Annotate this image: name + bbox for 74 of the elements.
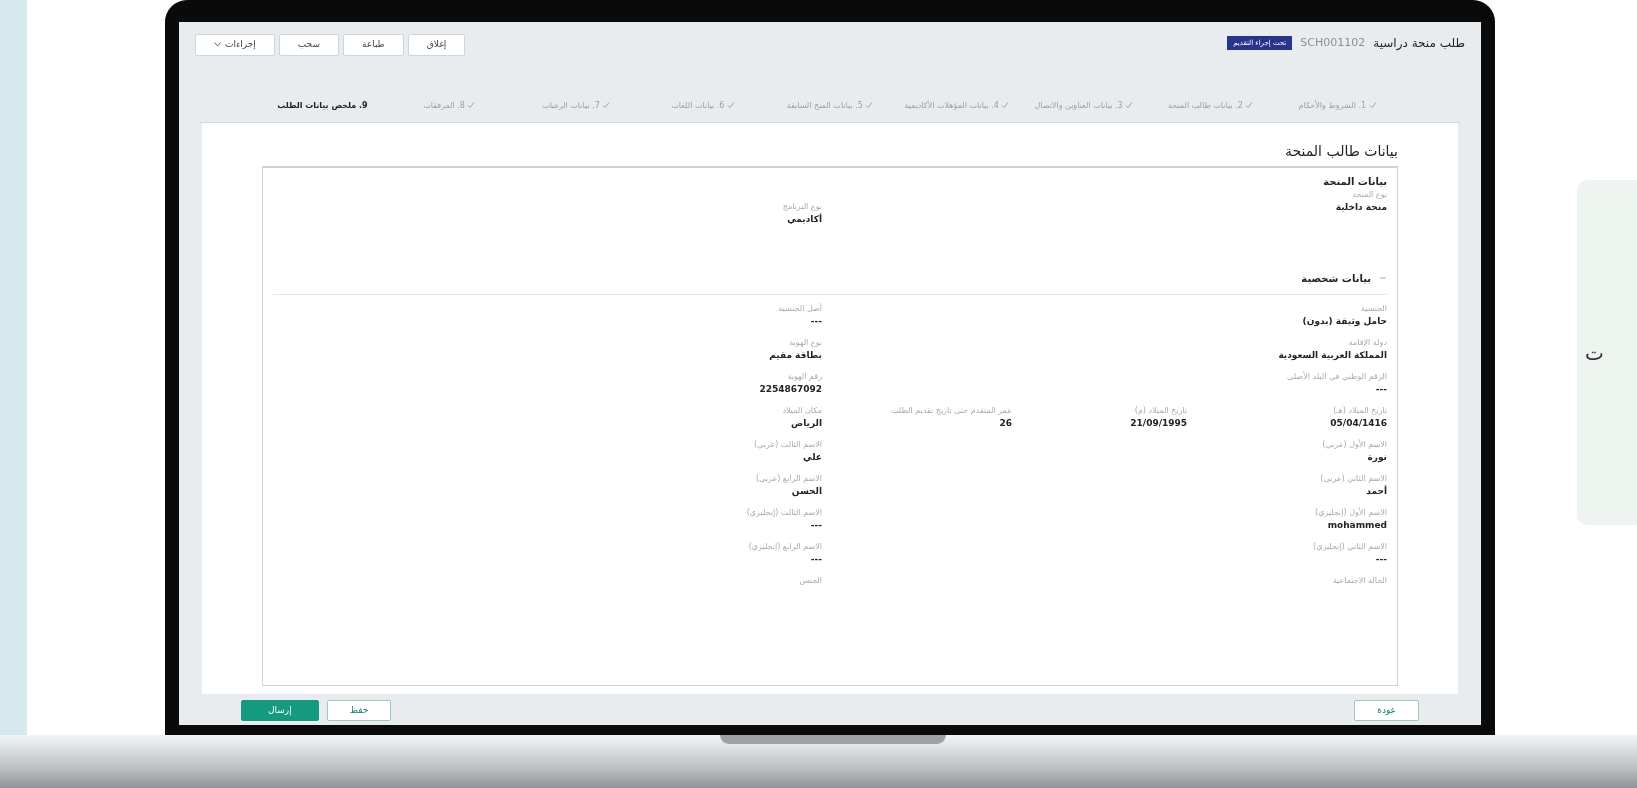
field-value: بطاقة مقيم: [768, 348, 822, 362]
field-label: نوع المنحة: [1351, 189, 1387, 202]
field-label: رقم الهوية: [786, 370, 822, 383]
field-label: الاسم الرابع (عربي): [755, 472, 822, 485]
step-tab[interactable]: 3. بيانات العناوين والاتصال: [1020, 99, 1148, 113]
submit-button[interactable]: إرسال: [241, 699, 319, 721]
group-title: بيانات المنحة: [1322, 175, 1387, 190]
field-value: أكاديمي: [786, 213, 822, 227]
save-button[interactable]: حفظ: [326, 699, 392, 721]
step-tab[interactable]: 4. بيانات المؤهلات الأكاديمية: [893, 99, 1021, 113]
field-value: 21/09/1995: [1129, 416, 1187, 430]
section-header[interactable]: بيانات شخصية: [273, 262, 1387, 295]
field-value: نورة: [1366, 450, 1387, 464]
field-value: 05/04/1416: [1329, 416, 1387, 430]
field-label: تاريخ الميلاد (هـ): [1332, 404, 1387, 417]
check-icon: [1001, 101, 1010, 109]
field-value: منحة داخلية: [1334, 201, 1387, 215]
field-label: أصل الجنسية: [777, 302, 822, 315]
field-label: الاسم الأول (عربي): [1321, 438, 1387, 451]
step-tab[interactable]: 5. بيانات المنح السابقة: [766, 99, 894, 113]
field-value: حامل وثيقة (بدون): [1301, 314, 1387, 329]
field-label: مكان الميلاد: [781, 404, 822, 417]
action-button[interactable]: سحب: [278, 34, 339, 56]
check-icon: [467, 101, 476, 109]
field-label: الجنس: [798, 574, 822, 587]
field-label: الاسم الثاني (عربي): [1319, 472, 1387, 485]
field-value: الرياض: [790, 416, 822, 431]
field-label: الحالة الاجتماعية: [1331, 574, 1387, 587]
field-label: الرقم الوطني في البلد الأصلي: [1286, 370, 1387, 383]
field-value: علي: [802, 450, 822, 464]
field-value: المملكة العربية السعودية: [1277, 348, 1387, 362]
actions-dropdown[interactable]: إجراءات: [195, 34, 275, 56]
action-button[interactable]: إغلاق: [407, 34, 466, 56]
check-icon: [1245, 101, 1254, 109]
field-label: الاسم الأول (إنجليزي): [1314, 506, 1387, 519]
back-button[interactable]: عودة: [1354, 699, 1419, 721]
field-value: ---: [809, 518, 822, 532]
field-label: دولة الإقامة: [1347, 336, 1387, 349]
step-tab[interactable]: 2. بيانات طالب المنحة: [1147, 99, 1275, 113]
field-value: 2254867092: [758, 382, 822, 396]
side-card-text: ت: [1585, 339, 1604, 367]
step-tab[interactable]: 8. المرفقات: [385, 99, 513, 113]
field-value: الحسن: [790, 484, 822, 499]
action-button[interactable]: طباعة: [342, 34, 404, 56]
check-icon: [726, 101, 735, 109]
field-value: ---: [1374, 382, 1387, 396]
step-tab[interactable]: 7. بيانات الرغبات: [512, 99, 640, 113]
field-label: نوع الهوية: [788, 336, 822, 349]
group-title: بيانات شخصية: [1301, 271, 1371, 286]
field-label: عمر المتقدم حتى تاريخ تقديم الطلب: [889, 404, 1012, 417]
check-icon: [865, 101, 874, 109]
field-label: الاسم الرابع (إنجليزي): [747, 540, 822, 553]
step-tab[interactable]: 6. بيانات اللغات: [639, 99, 767, 113]
field-label: الاسم الثالث (عربي): [752, 438, 822, 451]
request-id: SCH001102: [1300, 34, 1366, 51]
field-value: mohammed: [1326, 518, 1387, 532]
field-value: ---: [1374, 552, 1387, 566]
step-tab[interactable]: 1. الشروط والأحكام: [1274, 99, 1401, 113]
field-label: الجنسية: [1359, 302, 1387, 315]
check-icon: [1368, 101, 1377, 109]
field-value: ---: [809, 552, 822, 566]
section-title: بيانات طالب المنحة: [1283, 142, 1398, 162]
check-icon: [602, 101, 611, 109]
field-label: الاسم الثالث (إنجليزي): [745, 506, 822, 519]
page-title: طلب منحة دراسية: [1373, 35, 1465, 52]
caret-icon: [214, 42, 221, 48]
check-icon: [1125, 101, 1134, 109]
field-value: 26: [998, 416, 1012, 430]
field-value: أحمد: [1365, 484, 1387, 498]
step-tab[interactable]: 9. ملخص بيانات الطلب: [259, 99, 386, 113]
field-value: ---: [809, 314, 822, 328]
field-label: الاسم الثاني (إنجليزي): [1312, 540, 1387, 553]
field-label: نوع البرنامج: [781, 201, 822, 213]
field-label: تاريخ الميلاد (م): [1133, 404, 1187, 417]
